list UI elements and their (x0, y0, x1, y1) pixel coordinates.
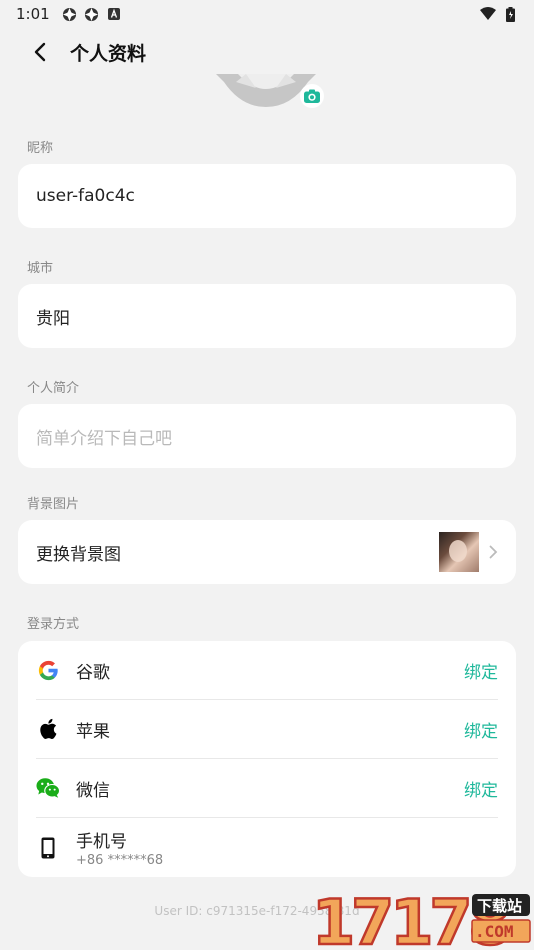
apple-label: 苹果 (76, 721, 110, 742)
login-row-apple[interactable]: 苹果 绑定 (36, 700, 498, 759)
battery-icon (502, 6, 518, 22)
background-thumbnail (439, 532, 479, 572)
bio-label: 个人简介 (27, 381, 80, 396)
bio-placeholder: 简单介绍下自己吧 (36, 428, 172, 449)
wechat-icon (36, 776, 60, 800)
phone-info: 手机号 +86 ******68 (76, 827, 163, 868)
app-notification-icon (84, 6, 100, 22)
avatar[interactable] (216, 74, 324, 110)
chevron-right-icon (489, 540, 498, 564)
change-background-row[interactable]: 更换背景图 (18, 520, 516, 584)
phone-icon (36, 836, 60, 860)
google-icon (36, 658, 60, 682)
phone-number: +86 ******68 (76, 853, 164, 868)
bio-field[interactable]: 简单介绍下自己吧 (18, 404, 516, 468)
city-label: 城市 (27, 261, 54, 276)
phone-label: 手机号 (76, 832, 127, 852)
wechat-label: 微信 (76, 780, 110, 801)
svg-text:.COM: .COM (475, 922, 514, 941)
bind-google-button[interactable]: 绑定 (464, 658, 498, 683)
wifi-icon (480, 6, 496, 22)
city-field[interactable]: 贵阳 (18, 284, 516, 348)
status-bar: 1:01 (0, 0, 534, 28)
status-time: 1:01 (16, 5, 50, 23)
nickname-label: 昵称 (27, 141, 54, 156)
apple-icon (36, 717, 60, 741)
notification-icons (62, 6, 122, 22)
google-label: 谷歌 (76, 662, 110, 683)
nickname-field[interactable]: user-fa0c4c (18, 164, 516, 228)
back-button[interactable] (28, 40, 52, 64)
login-methods-card: 谷歌 绑定 苹果 绑定 微信 绑定 手机号 +86 ******68 (18, 641, 516, 877)
background-label: 背景图片 (27, 497, 80, 512)
system-icons (480, 6, 518, 22)
back-arrow-icon (34, 42, 46, 62)
login-label: 登录方式 (27, 617, 80, 632)
app-header: 个人资料 (0, 30, 534, 74)
login-row-google[interactable]: 谷歌 绑定 (36, 641, 498, 700)
page-title: 个人资料 (70, 42, 147, 65)
bind-apple-button[interactable]: 绑定 (464, 717, 498, 742)
site-watermark-logo: 17178 下载站 .COM (310, 885, 532, 950)
bind-wechat-button[interactable]: 绑定 (464, 776, 498, 801)
login-row-phone[interactable]: 手机号 +86 ******68 (36, 818, 498, 877)
city-value: 贵阳 (36, 308, 70, 329)
app-notification-icon (62, 6, 78, 22)
login-row-wechat[interactable]: 微信 绑定 (36, 759, 498, 818)
nickname-value: user-fa0c4c (36, 186, 135, 206)
camera-icon (304, 89, 320, 103)
change-background-label: 更换背景图 (36, 544, 121, 565)
svg-text:下载站: 下载站 (477, 897, 522, 915)
a-notification-icon (106, 6, 122, 22)
change-avatar-button[interactable] (300, 84, 324, 108)
